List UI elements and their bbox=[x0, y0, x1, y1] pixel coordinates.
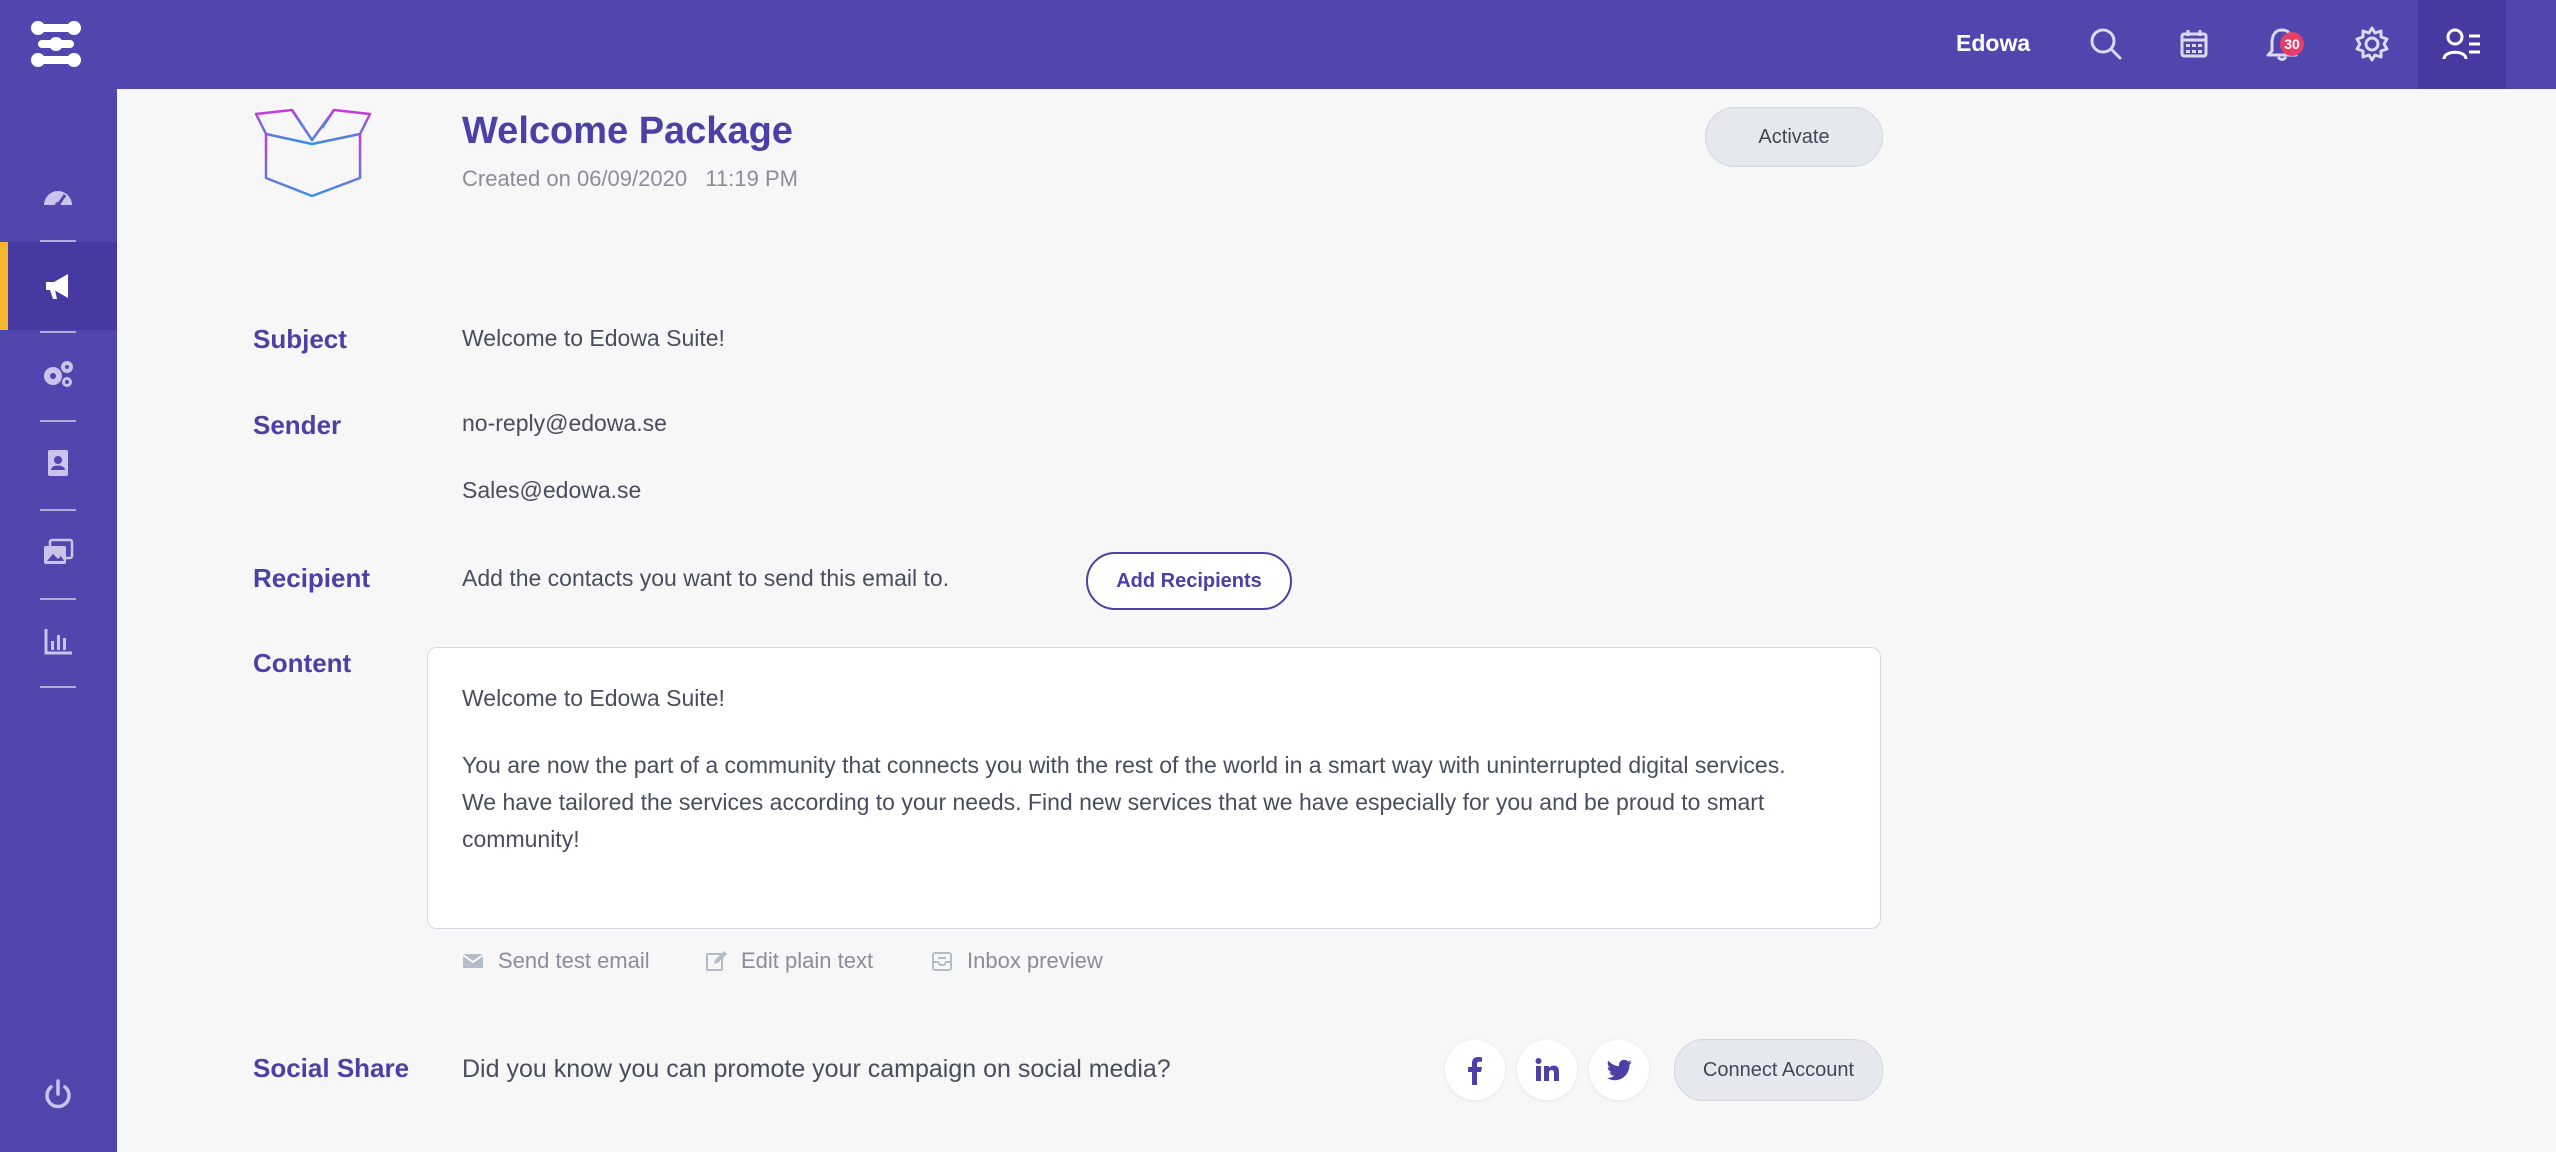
social-share-text: Did you know you can promote your campai… bbox=[462, 1055, 1171, 1083]
edit-plain-text-label: Edit plain text bbox=[741, 948, 874, 973]
bar-chart-icon bbox=[44, 629, 72, 655]
recipient-text: Add the contacts you want to send this e… bbox=[462, 565, 950, 591]
send-test-email-link[interactable]: Send test email bbox=[462, 948, 650, 974]
search-icon[interactable] bbox=[2086, 24, 2126, 64]
inbox-preview-label: Inbox preview bbox=[967, 948, 1103, 973]
inbox-preview-link[interactable]: Inbox preview bbox=[931, 948, 1103, 974]
content-paragraph-2: We have tailored the services according … bbox=[462, 789, 1765, 852]
activate-button[interactable]: Activate bbox=[1705, 107, 1883, 167]
subject-label: Subject bbox=[253, 324, 347, 354]
contact-book-icon bbox=[48, 450, 68, 476]
sidebar-item-logout[interactable] bbox=[0, 1051, 117, 1139]
power-icon bbox=[45, 1079, 71, 1109]
notification-badge: 30 bbox=[2280, 32, 2304, 56]
linkedin-icon bbox=[1535, 1058, 1559, 1081]
add-recipients-button[interactable]: Add Recipients bbox=[1086, 552, 1292, 610]
images-icon bbox=[44, 538, 74, 564]
content-greeting: Welcome to Edowa Suite! bbox=[462, 685, 725, 711]
gear-icon[interactable] bbox=[2352, 24, 2392, 64]
send-test-email-label: Send test email bbox=[498, 948, 650, 973]
sidebar-item-settings[interactable] bbox=[0, 330, 117, 418]
content-paragraph-1: You are now the part of a community that… bbox=[462, 752, 1786, 778]
content-label: Content bbox=[253, 648, 352, 678]
sender-value-2[interactable]: Sales@edowa.se bbox=[462, 477, 641, 504]
created-date: Created on 06/09/2020 11:19 PM bbox=[462, 166, 798, 191]
linkedin-button[interactable] bbox=[1517, 1040, 1577, 1100]
sidebar-item-contacts[interactable] bbox=[0, 419, 117, 507]
sidebar-item-campaigns[interactable] bbox=[0, 242, 117, 330]
recipient-label: Recipient bbox=[253, 563, 371, 593]
dashboard-icon bbox=[44, 191, 72, 208]
email-content-editor[interactable]: Welcome to Edowa Suite! You are now the … bbox=[427, 647, 1881, 929]
box-icon bbox=[254, 108, 372, 198]
sender-label: Sender bbox=[253, 410, 342, 440]
user-name[interactable]: Edowa bbox=[1956, 30, 2030, 57]
user-list-icon bbox=[2442, 28, 2480, 60]
connect-account-button[interactable]: Connect Account bbox=[1674, 1039, 1883, 1101]
profile-menu-button[interactable] bbox=[2418, 0, 2506, 89]
subject-value[interactable]: Welcome to Edowa Suite! bbox=[462, 325, 725, 352]
inbox-icon bbox=[932, 952, 952, 971]
top-bar: Edowa 30 bbox=[0, 0, 2556, 89]
sidebar-item-media[interactable] bbox=[0, 508, 117, 596]
sidebar-item-dashboard[interactable] bbox=[0, 153, 117, 241]
facebook-button[interactable] bbox=[1445, 1040, 1505, 1100]
twitter-icon bbox=[1606, 1059, 1632, 1081]
app-logo-icon[interactable] bbox=[28, 18, 84, 70]
megaphone-icon bbox=[46, 274, 68, 299]
cogs-icon bbox=[44, 361, 73, 387]
twitter-button[interactable] bbox=[1589, 1040, 1649, 1100]
sender-value-1[interactable]: no-reply@edowa.se bbox=[462, 410, 667, 437]
facebook-icon bbox=[1468, 1057, 1482, 1085]
calendar-icon[interactable] bbox=[2174, 24, 2214, 64]
envelope-icon bbox=[462, 954, 484, 968]
social-share-label: Social Share bbox=[253, 1053, 410, 1083]
edit-icon bbox=[706, 951, 727, 971]
sidebar-item-reports[interactable] bbox=[0, 597, 117, 685]
page-title: Welcome Package bbox=[462, 110, 793, 152]
edit-plain-text-link[interactable]: Edit plain text bbox=[705, 948, 873, 974]
sidebar bbox=[0, 89, 117, 1152]
